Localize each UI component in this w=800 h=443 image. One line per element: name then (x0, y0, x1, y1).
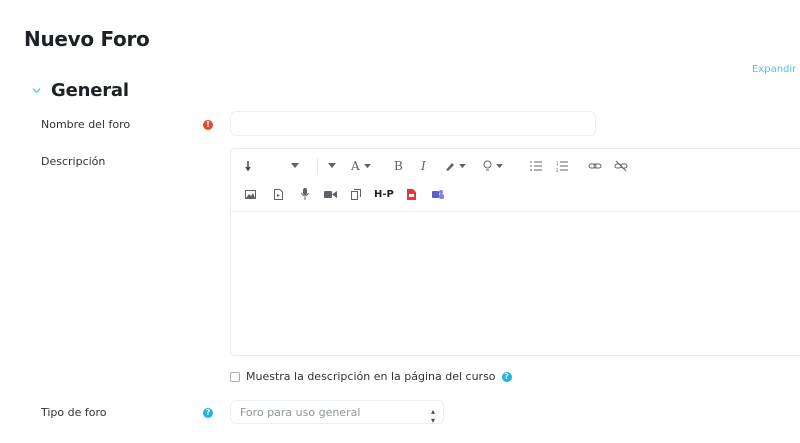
forum-name-input[interactable] (230, 111, 596, 136)
description-label: Descripción (41, 155, 106, 168)
copy-icon[interactable] (351, 185, 361, 203)
forum-type-label: Tipo de foro (41, 406, 107, 419)
expand-all-link[interactable]: Expandir (752, 64, 796, 75)
teams-icon[interactable] (432, 185, 444, 203)
required-icon: ! (203, 120, 213, 130)
ordered-list-icon[interactable]: 12 (556, 157, 568, 175)
chevron-down-icon (32, 88, 41, 94)
section-header-general[interactable]: General (32, 80, 129, 101)
font-color-label: A (351, 159, 360, 173)
help-icon[interactable]: ? (203, 408, 213, 418)
svg-text:1: 1 (556, 161, 559, 166)
lightbulb-icon[interactable] (483, 157, 503, 175)
image-icon[interactable] (245, 185, 256, 203)
font-color-icon[interactable]: A (351, 157, 371, 175)
bold-icon[interactable]: B (394, 157, 403, 175)
paragraph-style-icon[interactable] (245, 157, 255, 175)
page-title: Nuevo Foro (24, 27, 150, 51)
show-description-row[interactable]: Muestra la descripción en la página del … (230, 370, 512, 383)
microphone-icon[interactable] (301, 185, 309, 203)
show-description-label: Muestra la descripción en la página del … (246, 370, 496, 383)
unlink-icon[interactable] (614, 157, 628, 175)
h5p-icon[interactable]: H-P (374, 185, 394, 203)
italic-icon[interactable]: I (421, 157, 426, 175)
media-file-icon[interactable] (274, 185, 283, 203)
pdf-icon[interactable] (407, 185, 416, 203)
forum-type-selected: Foro para uso general (240, 405, 361, 419)
select-arrows-icon: ▴ ▾ (430, 407, 435, 425)
forum-type-select[interactable]: Foro para uso general ▴ ▾ (230, 400, 444, 425)
dropdown-caret-icon[interactable] (291, 157, 299, 175)
forum-name-label: Nombre del foro (41, 118, 131, 131)
toolbar-separator (231, 211, 800, 212)
video-camera-icon[interactable] (324, 185, 337, 203)
highlighter-icon[interactable] (444, 157, 466, 175)
dropdown-caret-icon[interactable] (328, 157, 336, 175)
unordered-list-icon[interactable] (530, 157, 542, 175)
link-icon[interactable] (588, 157, 602, 175)
svg-text:2: 2 (556, 168, 559, 172)
description-editor[interactable]: A B I 12 H-P (230, 148, 800, 356)
section-title: General (51, 80, 129, 101)
show-description-checkbox[interactable] (230, 371, 240, 382)
toolbar-divider (317, 159, 318, 173)
help-icon[interactable]: ? (501, 371, 512, 382)
